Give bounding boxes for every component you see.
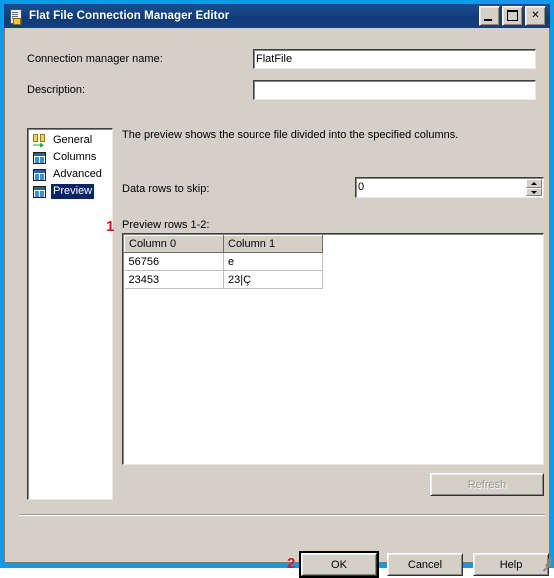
preview-grid-panel[interactable]: Column 0 Column 1 56756 e 23453 23|Ç bbox=[122, 233, 544, 465]
data-rows-to-skip-label: Data rows to skip: bbox=[122, 183, 210, 195]
connection-name-row: Connection manager name: bbox=[10, 49, 554, 71]
grid-cell[interactable]: 23453 bbox=[124, 270, 224, 289]
tree-item-label: Preview bbox=[51, 184, 95, 199]
data-rows-to-skip-input[interactable] bbox=[358, 179, 526, 195]
panel-description: The preview shows the source file divide… bbox=[122, 129, 459, 141]
resize-grip[interactable] bbox=[538, 551, 552, 572]
connection-name-input[interactable] bbox=[253, 49, 536, 69]
tree-item-columns[interactable]: Columns bbox=[30, 149, 112, 166]
tree-item-label: General bbox=[53, 134, 93, 146]
grid-cell[interactable]: 56756 bbox=[124, 252, 224, 271]
table-row[interactable]: 23453 23|Ç bbox=[124, 270, 323, 289]
stepper-up-icon[interactable] bbox=[526, 179, 542, 188]
description-label: Description: bbox=[27, 84, 86, 96]
dialog-body: Connection manager name: Description: bbox=[4, 4, 552, 578]
tree-item-advanced[interactable]: Advanced bbox=[30, 166, 112, 183]
grid-icon bbox=[32, 151, 48, 165]
maximize-button[interactable] bbox=[502, 6, 523, 26]
table-row[interactable]: 56756 e bbox=[124, 252, 323, 271]
columns-arrow-icon bbox=[32, 133, 48, 148]
grid-icon bbox=[32, 168, 48, 182]
grid-cell[interactable]: 23|Ç bbox=[223, 270, 323, 289]
window-title: Flat File Connection Manager Editor bbox=[29, 10, 230, 22]
tree-item-label: Advanced bbox=[53, 168, 102, 180]
grid-icon bbox=[32, 185, 48, 199]
stepper-down-icon[interactable] bbox=[526, 187, 542, 196]
dialog-content: Connection manager name: Description: bbox=[10, 33, 554, 578]
page-tree[interactable]: General Columns Advanced Preview bbox=[27, 128, 113, 500]
data-rows-to-skip-stepper[interactable] bbox=[355, 177, 544, 198]
cancel-button[interactable]: Cancel bbox=[387, 553, 463, 576]
grid-column-header[interactable]: Column 1 bbox=[223, 235, 323, 253]
annotation-marker-1: 1 bbox=[106, 218, 115, 235]
minimize-button[interactable] bbox=[479, 6, 500, 26]
grid-header-row: Column 0 Column 1 bbox=[124, 235, 323, 253]
grid-cell[interactable]: e bbox=[223, 252, 323, 271]
maximize-icon bbox=[507, 10, 518, 21]
refresh-button[interactable]: Refresh bbox=[430, 473, 544, 496]
window-controls: ✕ bbox=[479, 6, 548, 26]
title-bar[interactable]: Flat File Connection Manager Editor ✕ bbox=[4, 4, 550, 28]
description-input[interactable] bbox=[253, 80, 536, 100]
tree-item-general[interactable]: General bbox=[30, 132, 112, 149]
minimize-icon bbox=[484, 19, 492, 21]
close-button[interactable]: ✕ bbox=[525, 6, 546, 26]
footer-divider bbox=[19, 514, 545, 516]
tree-item-preview[interactable]: Preview bbox=[30, 183, 112, 200]
connection-name-label: Connection manager name: bbox=[27, 53, 163, 65]
ok-button[interactable]: OK bbox=[301, 553, 377, 576]
tree-item-label: Columns bbox=[53, 151, 97, 163]
close-icon: ✕ bbox=[531, 10, 540, 21]
preview-rows-label: Preview rows 1-2: bbox=[122, 219, 210, 231]
grid-column-header[interactable]: Column 0 bbox=[124, 235, 224, 253]
dialog-window: Connection manager name: Description: bbox=[0, 0, 554, 578]
description-row: Description: bbox=[10, 80, 554, 102]
stepper-buttons[interactable] bbox=[526, 179, 542, 196]
preview-grid: Column 0 Column 1 56756 e 23453 23|Ç bbox=[124, 235, 323, 289]
annotation-marker-2: 2 bbox=[287, 555, 296, 572]
flat-file-document-icon bbox=[8, 8, 24, 25]
